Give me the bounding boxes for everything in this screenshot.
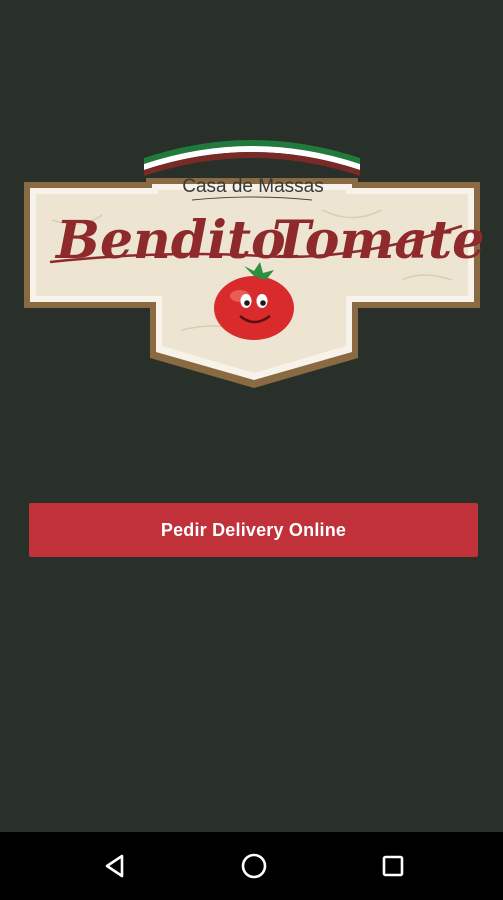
recents-button[interactable]: [373, 846, 413, 886]
logo-name-bendito: Bendito: [54, 210, 286, 271]
back-button[interactable]: [95, 846, 135, 886]
splash-area: Casa de Massas Bendito Tomate Pedir Deli…: [0, 0, 503, 832]
back-triangle-icon: [105, 854, 124, 878]
system-navigation-bar: [0, 832, 503, 900]
restaurant-logo: Casa de Massas Bendito Tomate: [22, 130, 482, 392]
app-screen: Casa de Massas Bendito Tomate Pedir Deli…: [0, 0, 503, 900]
home-button[interactable]: [234, 846, 274, 886]
logo-name-tomate: Tomate: [272, 210, 482, 271]
logo-subtitle: Casa de Massas: [182, 176, 324, 197]
home-circle-icon: [241, 853, 267, 879]
order-delivery-online-button[interactable]: Pedir Delivery Online: [29, 503, 478, 557]
recents-square-icon: [382, 855, 404, 877]
